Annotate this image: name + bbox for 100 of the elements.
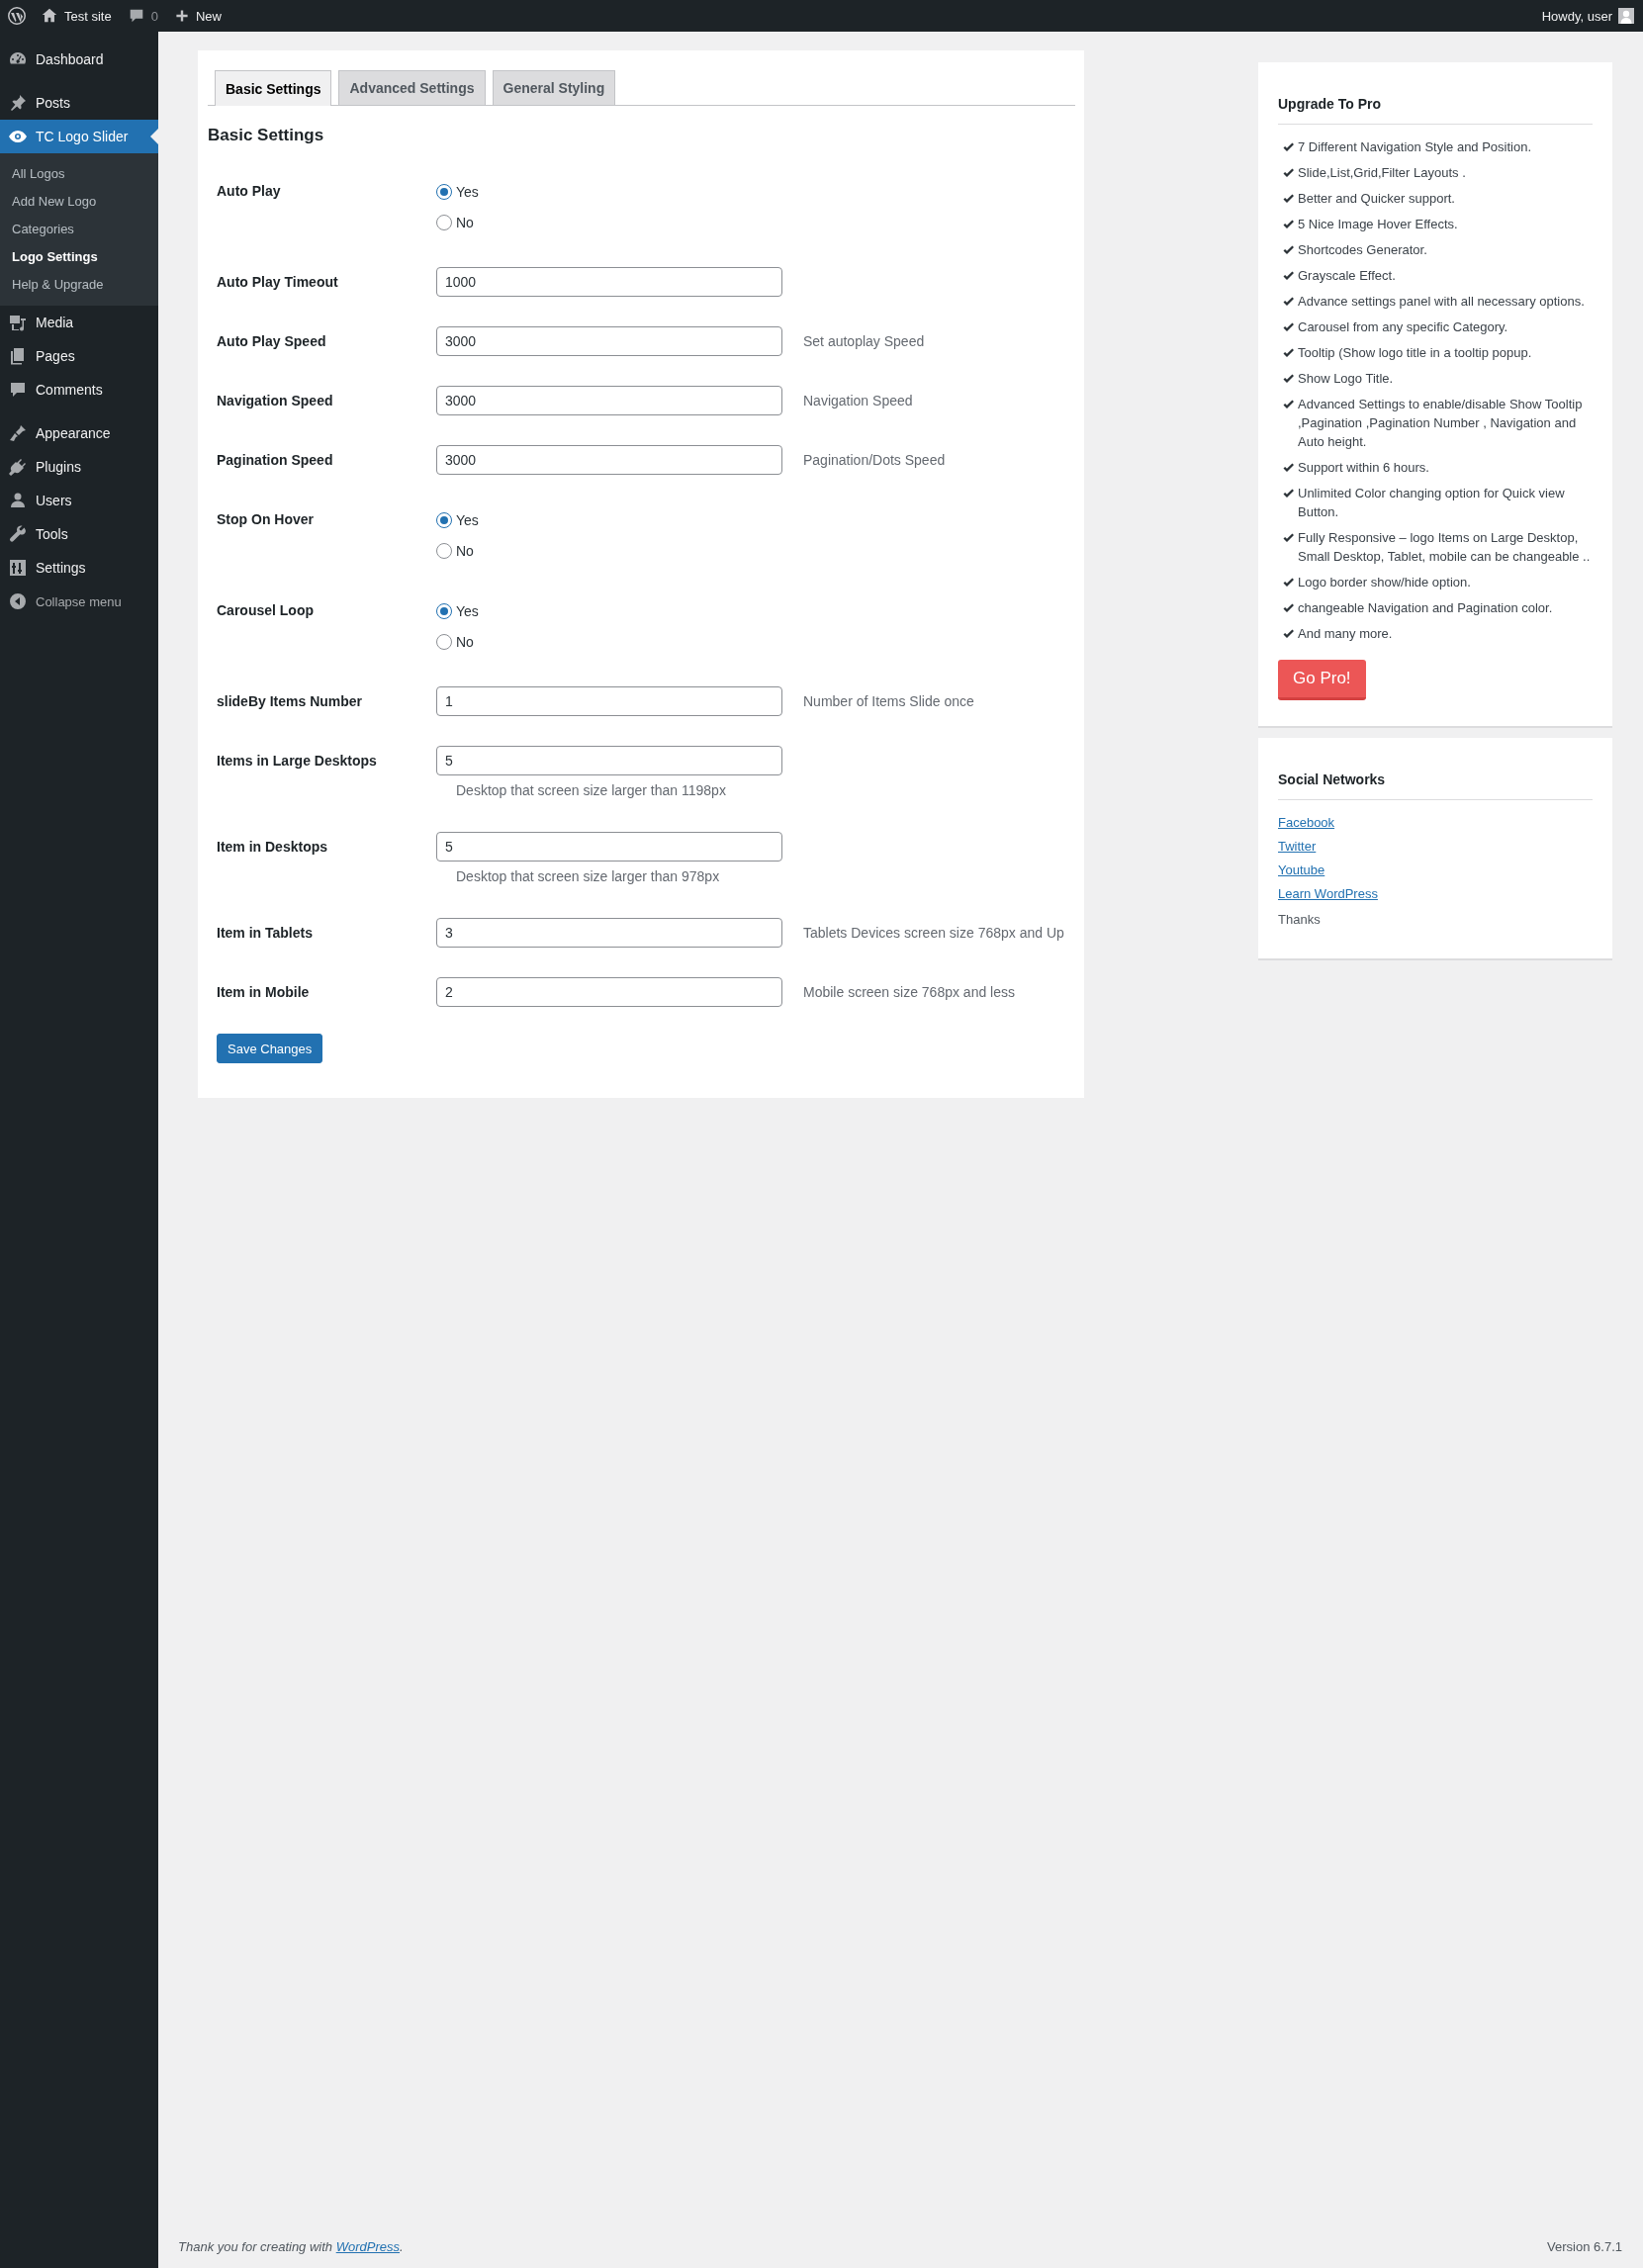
submenu-item[interactable]: Logo Settings: [0, 243, 158, 271]
field-description: Number of Items Slide once: [803, 693, 974, 709]
radio-button[interactable]: [436, 633, 452, 650]
tab[interactable]: General Styling: [492, 70, 616, 105]
check-icon: [1282, 244, 1294, 255]
paintbrush-icon: [8, 423, 28, 443]
sidebar-item[interactable]: Users: [0, 484, 158, 517]
field-label: Item in Desktops: [217, 838, 329, 857]
panel-heading: Upgrade To Pro: [1278, 96, 1593, 125]
field-label: Auto Play Speed: [217, 332, 327, 351]
radio-button[interactable]: [436, 183, 452, 200]
feature-text: Carousel from any specific Category.: [1298, 318, 1508, 336]
check-icon: [1282, 296, 1294, 307]
note-text: Thanks: [1278, 911, 1321, 929]
feature-text: Slide,List,Grid,Filter Layouts .: [1298, 164, 1466, 182]
section-heading: Basic Settings: [208, 125, 325, 146]
field-label: Item in Mobile: [217, 983, 311, 1002]
social-link[interactable]: Twitter: [1278, 837, 1317, 856]
input-field[interactable]: 1: [436, 686, 782, 716]
field-label: Auto Play: [217, 182, 282, 201]
sidebar-item[interactable]: TC Logo Slider: [0, 120, 158, 153]
logo-icon[interactable]: [7, 6, 27, 26]
save-button[interactable]: Save Changes: [217, 1034, 323, 1063]
submenu-item[interactable]: Categories: [0, 216, 158, 243]
tab[interactable]: Advanced Settings: [338, 70, 486, 105]
feature-text: Show Logo Title.: [1298, 370, 1394, 388]
feature-text: Unlimited Color changing option for Quick view Button.: [1298, 485, 1566, 521]
new-label: New: [195, 8, 222, 24]
sidebar-item[interactable]: Tools: [0, 517, 158, 551]
sidebar-item[interactable]: Appearance: [0, 416, 158, 450]
check-icon: [1282, 321, 1294, 332]
feature-text: Advance settings panel with all necessary options.: [1298, 293, 1585, 311]
greeting-text: Howdy, user: [1541, 8, 1612, 24]
input-field[interactable]: 3000: [436, 386, 782, 415]
social-link[interactable]: Learn WordPress: [1278, 884, 1378, 903]
radio-label: No: [456, 633, 474, 650]
check-icon: [1282, 577, 1294, 588]
feature-text: 5 Nice Image Hover Effects.: [1298, 216, 1458, 233]
collapse-menu-button[interactable]: Collapse menu: [0, 585, 158, 618]
submenu-item[interactable]: Help & Upgrade: [0, 271, 158, 299]
radio-button[interactable]: [436, 214, 452, 230]
plug-icon: [8, 457, 28, 477]
new-link[interactable]: New: [165, 0, 229, 32]
sidebar-item[interactable]: Posts: [0, 86, 158, 120]
feature-text: Advanced Settings to enable/disable Show Tooltip ,Pagination ,Pagination Number , Navigation and Auto height.: [1298, 396, 1584, 451]
wordpress-link[interactable]: WordPress: [335, 2239, 400, 2254]
field-label: slideBy Items Number: [217, 692, 364, 711]
footer-text: Thank you for creating with WordPress.: [178, 2239, 404, 2254]
check-icon: [1282, 488, 1294, 499]
input-field[interactable]: 3: [436, 918, 782, 948]
radio-button[interactable]: [436, 602, 452, 619]
sidebar-item[interactable]: Media: [0, 306, 158, 339]
submenu-item[interactable]: Add New Logo: [0, 188, 158, 216]
field-label: Carousel Loop: [217, 601, 315, 620]
feature-text: Better and Quicker support.: [1298, 190, 1455, 208]
check-icon: [1282, 193, 1294, 204]
tab[interactable]: Basic Settings: [215, 70, 332, 106]
input-field[interactable]: 2: [436, 977, 782, 1007]
panel-heading: Social Networks: [1278, 771, 1593, 800]
avatar-icon: [1618, 8, 1634, 24]
radio-label: Yes: [456, 602, 479, 619]
check-icon: [1282, 373, 1294, 384]
submenu-item[interactable]: All Logos: [0, 160, 158, 188]
sidebar-item[interactable]: Comments: [0, 373, 158, 407]
radio-label: Yes: [456, 511, 479, 528]
feature-text: And many more.: [1298, 625, 1393, 643]
radio-label: No: [456, 214, 474, 230]
user-icon: [8, 491, 28, 510]
social-link[interactable]: Youtube: [1278, 861, 1325, 879]
check-icon: [1282, 628, 1294, 639]
sidebar-item[interactable]: Dashboard: [0, 43, 158, 76]
field-label: Pagination Speed: [217, 451, 334, 470]
comment-count: 0: [150, 8, 158, 24]
sidebar-item[interactable]: Settings: [0, 551, 158, 585]
field-description: Set autoplay Speed: [803, 333, 925, 349]
sidebar-item[interactable]: Plugins: [0, 450, 158, 484]
comments-link[interactable]: 0: [119, 0, 166, 32]
check-icon: [1282, 347, 1294, 358]
social-link[interactable]: Facebook: [1278, 813, 1335, 832]
input-field[interactable]: 5: [436, 746, 782, 775]
check-icon: [1282, 167, 1294, 178]
input-field[interactable]: 3000: [436, 445, 782, 475]
input-field[interactable]: 5: [436, 832, 782, 862]
radio-button[interactable]: [436, 542, 452, 559]
version-text: Version 6.7.1: [1547, 2239, 1622, 2254]
check-icon: [1282, 219, 1294, 229]
field-description: Mobile screen size 768px and less: [803, 984, 1015, 1000]
sidebar-item[interactable]: Pages: [0, 339, 158, 373]
site-link[interactable]: Test site: [33, 0, 120, 32]
plus-icon: [173, 8, 190, 24]
field-description: Tablets Devices screen size 768px and Up: [803, 925, 1064, 941]
input-field[interactable]: 1000: [436, 267, 782, 297]
input-field[interactable]: 3000: [436, 326, 782, 356]
feature-text: Support within 6 hours.: [1298, 459, 1429, 477]
feature-text: Fully Responsive – logo Items on Large Desktop, Small Desktop, Tablet, mobile can be changeable ..: [1298, 529, 1592, 566]
wrench-icon: [8, 524, 28, 544]
field-description: Desktop that screen size larger than 1198px: [456, 781, 726, 800]
account-menu[interactable]: Howdy, user: [1533, 0, 1643, 32]
radio-button[interactable]: [436, 511, 452, 528]
pin-icon: [8, 93, 28, 113]
